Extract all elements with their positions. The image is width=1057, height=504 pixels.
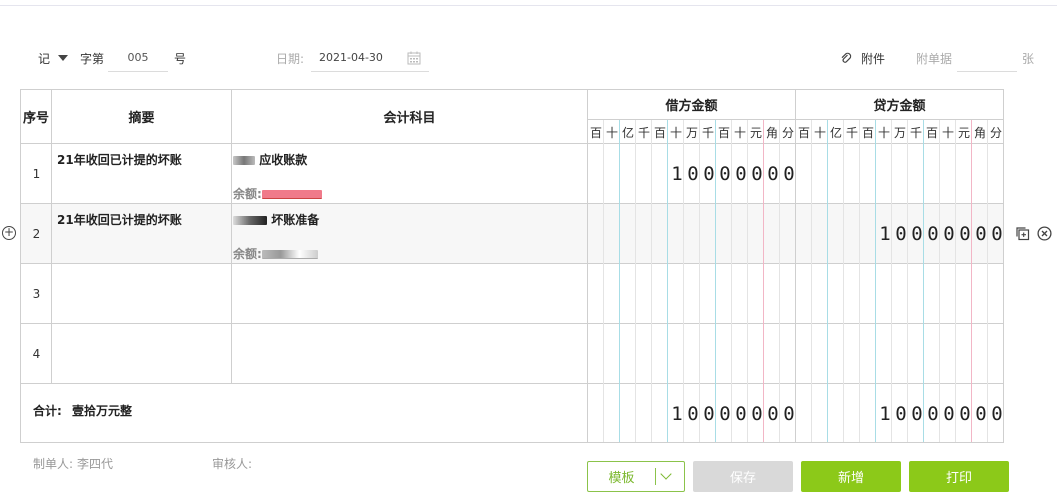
credit-unit-1: 十 [813, 125, 826, 140]
row-1-balance: 余额: [233, 185, 322, 202]
row-2-seq: 2 [32, 226, 41, 241]
chevron-down-icon[interactable] [660, 468, 672, 480]
debit-unit-0: 百 [589, 125, 602, 140]
attachment-label: 附件 [861, 51, 886, 66]
calendar-icon[interactable] [407, 51, 421, 65]
credit-unit-0: 百 [797, 125, 810, 140]
attachment-button[interactable]: 附件 [840, 44, 885, 72]
col-credit-header: 贷方金额 [873, 99, 926, 114]
debit-unit-2: 亿 [621, 125, 634, 140]
credit-unit-7: 千 [909, 125, 922, 140]
redacted-balance [261, 250, 318, 259]
debit-unit-10: 元 [749, 125, 762, 140]
redacted-balance [261, 190, 322, 199]
voucher-type-select[interactable]: 记 [30, 44, 72, 72]
row-1-seq: 1 [32, 166, 41, 181]
debit-unit-3: 千 [637, 125, 650, 140]
caret-down-icon [58, 55, 69, 61]
row-2-summary[interactable]: 21年收回已计提的坏账 [57, 211, 182, 228]
add-row-icon[interactable]: + [2, 226, 16, 240]
col-account-header: 会计科目 [383, 111, 436, 126]
credit-unit-12: 分 [989, 125, 1002, 140]
total-debit-amount: 10000000 [671, 403, 795, 425]
debit-unit-1: 十 [605, 125, 618, 140]
credit-unit-2: 亿 [829, 125, 842, 140]
voucher-table: 序号 摘要 会计科目 借方金额 贷方金额 百十亿千百十万千百十元角分百十亿千百十… [20, 89, 1004, 443]
template-button-label: 模板 [608, 471, 635, 486]
attachment-docs-label: 附单据 [916, 51, 953, 66]
col-summary-header: 摘要 [128, 111, 155, 126]
redacted-account-code [233, 216, 267, 225]
number-suffix: 号 [174, 51, 187, 66]
credit-unit-9: 十 [941, 125, 954, 140]
attachment-unit: 张 [1022, 51, 1035, 66]
total-words: 壹拾万元整 [72, 404, 133, 418]
word-label: 字第 [80, 51, 105, 66]
credit-unit-11: 角 [973, 125, 986, 140]
col-seq-header: 序号 [22, 111, 49, 126]
row-4-seq: 4 [32, 346, 41, 361]
row-2-account[interactable]: 坏账准备 [233, 211, 319, 228]
date-value: 2021-04-30 [319, 51, 383, 64]
reviewer: 审核人: [212, 457, 253, 471]
date-input[interactable]: 2021-04-30 [311, 44, 429, 72]
debit-unit-9: 十 [733, 125, 746, 140]
credit-unit-3: 千 [845, 125, 858, 140]
row-1-summary[interactable]: 21年收回已计提的坏账 [57, 151, 182, 168]
copy-row-icon[interactable] [1015, 226, 1030, 241]
paperclip-icon [841, 52, 852, 63]
total-credit-amount: 10000000 [879, 403, 1003, 425]
voucher-number-input[interactable]: 005 [108, 44, 168, 72]
row-2-credit-amount[interactable]: 10000000 [877, 223, 1005, 245]
attachment-count-input[interactable] [957, 44, 1017, 72]
credit-unit-10: 元 [957, 125, 970, 140]
credit-unit-5: 十 [877, 125, 890, 140]
debit-unit-5: 十 [669, 125, 682, 140]
top-divider [0, 5, 1057, 6]
print-button[interactable]: 打印 [909, 461, 1009, 492]
debit-unit-11: 角 [765, 125, 778, 140]
delete-row-icon[interactable] [1037, 226, 1052, 241]
debit-unit-12: 分 [781, 125, 794, 140]
debit-unit-8: 百 [717, 125, 730, 140]
redacted-account-code [233, 156, 255, 165]
row-3-seq: 3 [32, 286, 41, 301]
save-button[interactable]: 保存 [693, 461, 793, 492]
preparer-name: 李四代 [77, 457, 114, 471]
row-2-balance: 余额: [233, 245, 318, 262]
voucher-type-value: 记 [38, 51, 51, 66]
debit-unit-6: 万 [685, 125, 698, 140]
credit-unit-8: 百 [925, 125, 938, 140]
row-1-account[interactable]: 应收账款 [233, 151, 307, 168]
row-1-debit-amount[interactable]: 10000000 [669, 163, 797, 185]
date-label: 日期: [276, 51, 305, 66]
preparer: 制单人: 李四代 [33, 457, 114, 471]
credit-unit-4: 百 [861, 125, 874, 140]
total-label: 合计: [33, 404, 62, 418]
col-debit-header: 借方金额 [665, 99, 718, 114]
new-button[interactable]: 新增 [801, 461, 901, 492]
credit-unit-6: 万 [893, 125, 906, 140]
debit-unit-7: 千 [701, 125, 714, 140]
debit-unit-4: 百 [653, 125, 666, 140]
total-row: 合计: 壹拾万元整 [33, 402, 132, 419]
voucher-number-value: 005 [127, 51, 149, 64]
template-button[interactable]: 模板 [587, 461, 685, 492]
